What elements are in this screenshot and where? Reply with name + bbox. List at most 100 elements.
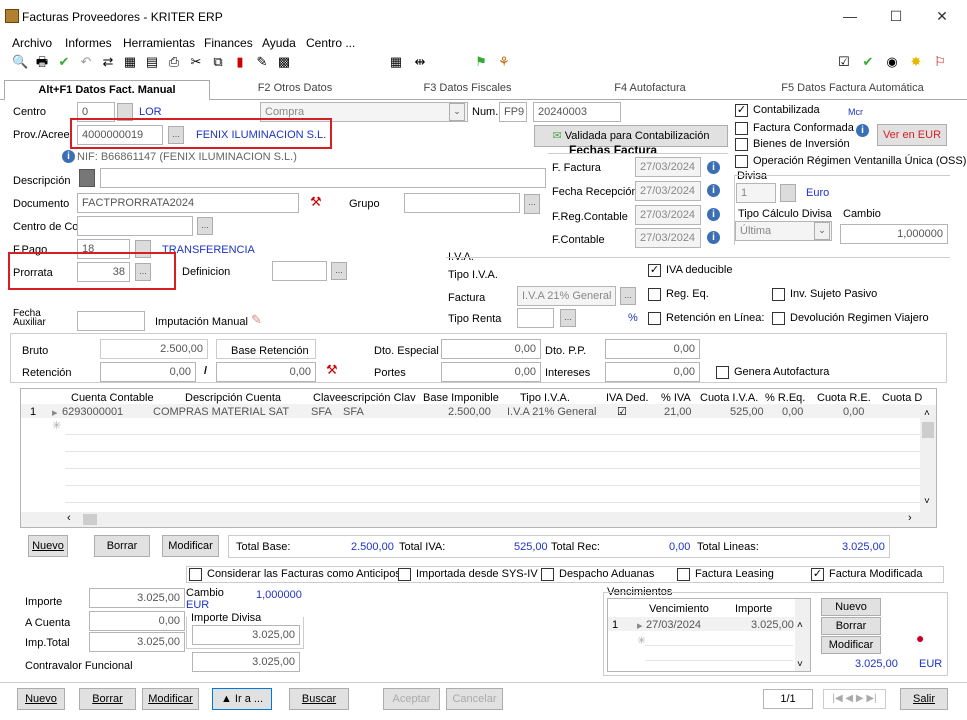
cell-cuota-re[interactable]: 0,00 (843, 406, 864, 418)
tab-factura-automatica[interactable]: F5 Datos Factura Automática (745, 82, 960, 100)
inv-sujeto-checkbox[interactable] (772, 288, 785, 301)
conformada-info-icon[interactable]: i (856, 124, 869, 137)
importe-divisa-input[interactable]: 3.025,00 (192, 625, 300, 645)
venc-col-importe[interactable]: Importe (735, 603, 772, 615)
imp-total-input[interactable]: 3.025,00 (89, 632, 185, 652)
definicion-lookup-button[interactable]: ... (331, 262, 347, 280)
f-reg-info-icon[interactable]: i (707, 208, 720, 221)
despacho-checkbox[interactable] (541, 568, 554, 581)
undo-icon[interactable]: ↶ (78, 54, 94, 70)
prov-code-input[interactable]: 4000000019 (77, 125, 163, 145)
tipo-calc-dropdown-button[interactable]: ⌄ (814, 222, 830, 240)
reg-eq-checkbox[interactable] (648, 288, 661, 301)
bienes-inversion-checkbox[interactable] (735, 138, 748, 151)
tipo-renta-lookup-button[interactable]: ... (560, 309, 576, 327)
footer-cancelar-button[interactable]: Cancelar (446, 688, 503, 710)
f-recep-info-icon[interactable]: i (707, 184, 720, 197)
scroll-up-icon[interactable]: ˄ (924, 408, 930, 419)
prov-lookup-button[interactable]: ... (168, 126, 184, 144)
intereses-input[interactable]: 0,00 (605, 362, 700, 382)
modificada-checkbox[interactable]: ✓ (811, 568, 824, 581)
f-recep-input[interactable]: 27/03/2024 (635, 181, 701, 201)
grupo-lookup-button[interactable]: ... (524, 194, 540, 214)
column-icon[interactable]: ⇹ (412, 54, 428, 70)
menu-informes[interactable]: Informes (65, 36, 112, 50)
venc-scroll-up-icon[interactable]: ˄ (797, 620, 803, 631)
prorrata-input[interactable]: 38 (77, 262, 130, 282)
grid-borrar-button[interactable]: Borrar (94, 535, 150, 557)
iva-factura-input[interactable]: I.V.A 21% General (517, 286, 616, 306)
calculator-icon[interactable]: ▦ (122, 54, 138, 70)
ver-eur-button[interactable]: Ver en EUR (877, 124, 947, 146)
nif-info-icon[interactable]: i (62, 150, 75, 163)
cambio-input[interactable]: 1,000000 (840, 224, 948, 244)
f-factura-input[interactable]: 27/03/2024 (635, 157, 701, 177)
leasing-checkbox[interactable] (677, 568, 690, 581)
menu-ayuda[interactable]: Ayuda (262, 36, 296, 50)
descripcion-note-button[interactable] (79, 169, 95, 187)
oss-checkbox[interactable] (735, 155, 748, 168)
centro-co-lookup-button[interactable]: ... (197, 217, 213, 235)
grid-vscroll-thumb[interactable] (922, 422, 934, 438)
f-reg-input[interactable]: 27/03/2024 (635, 205, 701, 225)
venc-borrar-button[interactable]: Borrar (821, 617, 881, 635)
menu-archivo[interactable]: Archivo (12, 36, 52, 50)
footer-ira-button[interactable]: ▲ Ir a ... (212, 688, 272, 710)
dto-esp-input[interactable]: 0,00 (441, 339, 541, 359)
importe-input[interactable]: 3.025,00 (89, 588, 185, 608)
imputacion-edit-icon[interactable]: ✎ (251, 312, 262, 328)
dto-pp-input[interactable]: 0,00 (605, 339, 700, 359)
bulb-icon[interactable]: ✸ (908, 54, 924, 70)
print-icon[interactable]: 🖶 (34, 54, 50, 70)
grid-nuevo-button[interactable]: Nuevo (28, 535, 68, 557)
importada-checkbox[interactable] (398, 568, 411, 581)
tab-datos-fiscales[interactable]: F3 Datos Fiscales (380, 82, 555, 100)
check-icon[interactable]: ✔ (56, 54, 72, 70)
col-clave[interactable]: Clave (313, 392, 341, 404)
printer-icon[interactable]: ⎙ (166, 54, 182, 70)
footer-modificar-button[interactable]: Modificar (142, 688, 199, 710)
retencion-linea-checkbox[interactable] (648, 312, 661, 325)
record-navigator[interactable]: |◀ ◀ ▶ ▶| (823, 689, 886, 709)
mcr-link[interactable]: Mcr (848, 107, 863, 117)
tipo-renta-input[interactable] (517, 308, 554, 328)
f-cont-input[interactable]: 27/03/2024 (635, 228, 701, 248)
venc-fecha[interactable]: 27/03/2024 (646, 619, 701, 631)
menu-herramientas[interactable]: Herramientas (123, 36, 195, 50)
cell-tipo-iva[interactable]: I.V.A 21% General (507, 406, 597, 418)
menu-finances[interactable]: Finances (204, 36, 253, 50)
maximize-button[interactable]: ☐ (876, 4, 916, 28)
cell-pct-req[interactable]: 0,00 (782, 406, 803, 418)
contravalor-input[interactable]: 3.025,00 (192, 652, 300, 672)
tree-icon[interactable]: ⚘ (496, 54, 512, 70)
col-pct-iva[interactable]: % IVA (661, 392, 691, 404)
anticipos-checkbox[interactable] (189, 568, 202, 581)
devolucion-checkbox[interactable] (772, 312, 785, 325)
prorrata-lookup-button[interactable]: ... (135, 263, 151, 281)
col-cuota-d[interactable]: Cuota D (882, 392, 922, 404)
preview-icon[interactable]: 🔍 (12, 54, 28, 70)
venc-scroll-down-icon[interactable]: ˅ (797, 659, 803, 670)
scroll-down-icon[interactable]: ˅ (924, 496, 930, 507)
grid-hscroll-thumb[interactable] (83, 514, 97, 525)
scroll-left-icon[interactable]: ‹ (67, 512, 71, 524)
table-icon[interactable]: ▦ (388, 54, 404, 70)
col-desc-clave[interactable]: escripción Clav (341, 392, 416, 404)
retencion-amount-input[interactable]: 0,00 (216, 362, 316, 382)
col-pct-req[interactable]: % R.Eq. (765, 392, 805, 404)
factura-conformada-checkbox[interactable] (735, 122, 748, 135)
cell-clave[interactable]: SFA (311, 406, 332, 418)
cut-icon[interactable]: ✂ (188, 54, 204, 70)
minimize-button[interactable]: — (830, 4, 870, 28)
col-base[interactable]: Base Imponible (423, 392, 499, 404)
tab-otros-datos[interactable]: F2 Otros Datos (210, 82, 380, 100)
footer-salir-button[interactable]: Salir (900, 688, 948, 710)
close-button[interactable]: ✕ (922, 4, 962, 28)
f-factura-info-icon[interactable]: i (707, 161, 720, 174)
grid-icon[interactable]: ▩ (276, 54, 292, 70)
cell-cuota-iva[interactable]: 525,00 (730, 406, 764, 418)
num-series-input[interactable]: FP9 (499, 102, 527, 122)
divisa-code-input[interactable]: 1 (736, 183, 776, 203)
exit-tool-icon[interactable]: ⚐ (932, 54, 948, 70)
money-bag-icon[interactable]: ● (916, 630, 924, 646)
